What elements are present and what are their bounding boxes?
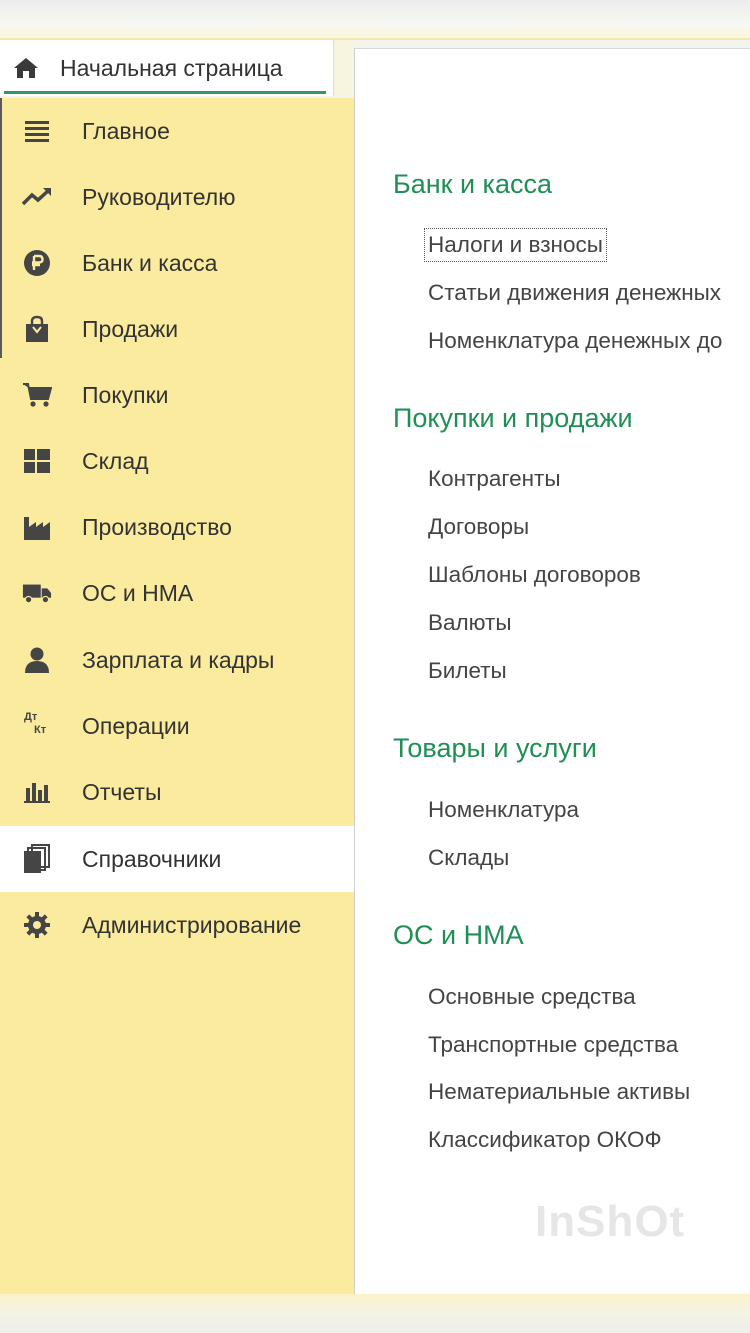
cart-icon bbox=[22, 380, 52, 410]
factory-icon bbox=[22, 512, 52, 542]
tab-home-label: Начальная страница bbox=[60, 54, 283, 81]
sidebar-item-label: Справочники bbox=[82, 845, 222, 872]
link-fixed-assets[interactable]: Основные средства bbox=[428, 984, 636, 1010]
sidebar-item-label: Покупки bbox=[82, 381, 169, 408]
active-tab-underline bbox=[4, 91, 326, 94]
section-title-bank: Банк и касса bbox=[393, 169, 552, 199]
link-intangible-assets[interactable]: Нематериальные активы bbox=[428, 1079, 690, 1105]
watermark: InShOt bbox=[535, 1197, 686, 1246]
person-icon bbox=[22, 645, 52, 675]
sidebar-item-label: Администрирование bbox=[82, 911, 302, 938]
link-warehouses[interactable]: Склады bbox=[428, 845, 509, 871]
sidebar-item-main[interactable]: Главное bbox=[0, 98, 354, 164]
link-contract-templates[interactable]: Шаблоны договоров bbox=[428, 562, 641, 588]
sidebar-item-label: Зарплата и кадры bbox=[82, 646, 275, 673]
sidebar-item-label: ОС и НМА bbox=[82, 579, 194, 606]
books-icon bbox=[22, 844, 52, 874]
ruble-coin-icon bbox=[22, 248, 52, 278]
sidebar-item-manager[interactable]: Руководителю bbox=[0, 164, 354, 230]
sidebar-item-label: Операции bbox=[82, 712, 190, 739]
sidebar-item-label: Продажи bbox=[82, 315, 179, 342]
sidebar-item-label: Отчеты bbox=[82, 778, 162, 805]
menu-lines-icon bbox=[22, 116, 52, 146]
content-panel: Банк и касса Налоги и взносы Статьи движ… bbox=[354, 48, 750, 1295]
sidebar-item-label: Банк и касса bbox=[82, 249, 218, 276]
window-bottom-strip bbox=[0, 1294, 750, 1333]
sidebar-item-reports[interactable]: Отчеты bbox=[0, 759, 354, 825]
sidebar-item-purchases[interactable]: Покупки bbox=[0, 362, 354, 428]
section-title-purchases-sales: Покупки и продажи bbox=[393, 403, 633, 433]
link-counterparties[interactable]: Контрагенты bbox=[428, 466, 561, 492]
sidebar-item-bank[interactable]: Банк и касса bbox=[0, 230, 354, 296]
debit-credit-icon: Дт Кт bbox=[22, 711, 52, 741]
link-contracts[interactable]: Договоры bbox=[428, 514, 529, 540]
link-vehicles[interactable]: Транспортные средства bbox=[428, 1032, 678, 1058]
window-top-strip bbox=[0, 0, 750, 40]
section-title-fixed-assets: ОС и НМА bbox=[393, 920, 524, 950]
sidebar-item-administration[interactable]: Администрирование bbox=[0, 892, 354, 958]
sidebar-item-fixed-assets[interactable]: ОС и НМА bbox=[0, 560, 354, 626]
bar-chart-icon bbox=[22, 777, 52, 807]
app-window: Начальная страница Главное Руководителю bbox=[0, 0, 750, 1333]
link-cash-nomenclature[interactable]: Номенклатура денежных до bbox=[428, 328, 722, 354]
sidebar-item-label: Главное bbox=[82, 117, 170, 144]
warehouse-grid-icon bbox=[22, 446, 52, 476]
sidebar-item-payroll[interactable]: Зарплата и кадры bbox=[0, 627, 354, 693]
link-okof-classifier[interactable]: Классификатор ОКОФ bbox=[428, 1127, 662, 1153]
tab-home[interactable]: Начальная страница bbox=[0, 40, 334, 96]
credit-icon-text: Кт bbox=[34, 724, 47, 736]
home-icon bbox=[12, 54, 40, 82]
sidebar-item-directories[interactable]: Справочники bbox=[0, 826, 354, 892]
section-title-goods-services: Товары и услуги bbox=[393, 733, 597, 763]
sidebar-item-label: Производство bbox=[82, 513, 232, 540]
sidebar-item-operations[interactable]: Дт Кт Операции bbox=[0, 693, 354, 759]
gear-icon bbox=[22, 910, 52, 940]
link-nomenclature[interactable]: Номенклатура bbox=[428, 797, 579, 823]
trend-chart-icon bbox=[22, 182, 52, 212]
shopping-bag-icon bbox=[22, 314, 52, 344]
sidebar-item-production[interactable]: Производство bbox=[0, 494, 354, 560]
sidebar-item-label: Склад bbox=[82, 447, 149, 474]
sidebar-item-warehouse[interactable]: Склад bbox=[0, 428, 354, 494]
link-currencies[interactable]: Валюты bbox=[428, 610, 512, 636]
debit-icon-text: Дт bbox=[24, 711, 38, 723]
link-cash-flow-items[interactable]: Статьи движения денежных bbox=[428, 280, 721, 306]
truck-icon bbox=[22, 578, 52, 608]
sidebar-item-sales[interactable]: Продажи bbox=[0, 296, 354, 362]
tab-bar-gap bbox=[334, 40, 354, 96]
link-taxes[interactable]: Налоги и взносы bbox=[424, 228, 607, 262]
sidebar-item-label: Руководителю bbox=[82, 183, 236, 210]
link-tickets[interactable]: Билеты bbox=[428, 658, 507, 684]
